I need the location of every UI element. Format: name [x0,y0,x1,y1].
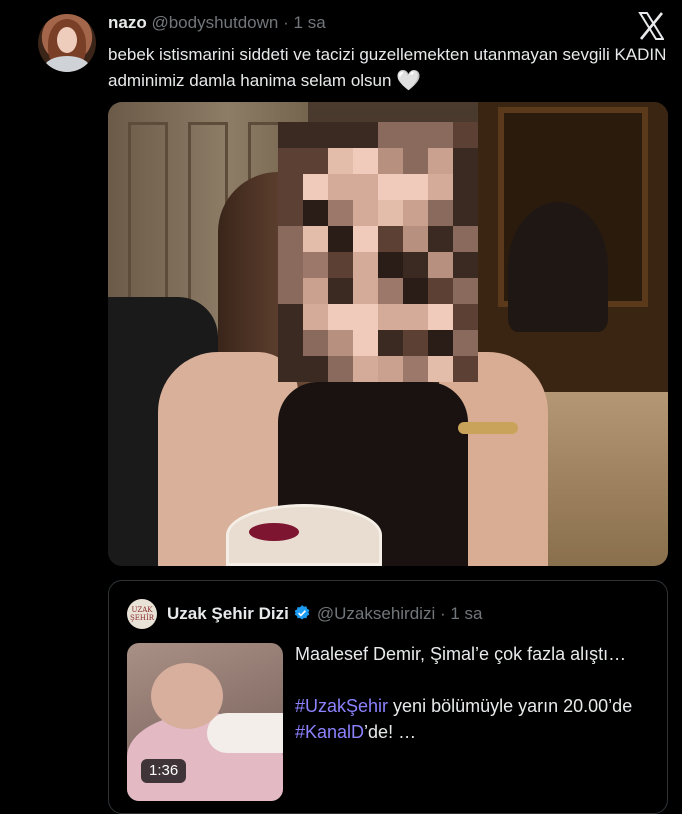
quote-line2: #UzakŞehir yeni bölümüyle yarın 20.00’de… [295,693,655,745]
quote-separator: · [439,604,446,623]
quote-text: Maalesef Demir, Şimal’e çok fazla alıştı… [295,641,655,745]
pixelated-face [278,122,478,382]
author-name[interactable]: nazo [108,13,147,32]
hashtag-kanald[interactable]: #KanalD [295,722,364,742]
x-logo-icon[interactable] [638,12,665,40]
quote-author-name[interactable]: Uzak Şehir Dizi [167,604,289,623]
verified-badge-icon [294,605,310,620]
tweet-time[interactable]: 1 sa [294,13,326,32]
hashtag-uzaksehir[interactable]: #UzakŞehir [295,696,388,716]
quote-avatar[interactable]: UZAK ŞEHİR [127,599,157,629]
tweet-header: nazo @bodyshutdown · 1 sa [108,13,326,33]
quote-line1: Maalesef Demir, Şimal’e çok fazla alıştı… [295,644,627,664]
quote-author-handle[interactable]: @Uzaksehirdizi [317,604,435,623]
white-heart-emoji: 🤍 [396,70,422,92]
author-avatar[interactable] [38,14,96,72]
author-handle[interactable]: @bodyshutdown [151,13,278,32]
quoted-tweet[interactable]: UZAK ŞEHİR Uzak Şehir Dizi @Uzaksehirdizi… [108,580,668,814]
tweet-photo[interactable] [108,102,668,566]
header-separator: · [283,13,289,32]
video-duration: 1:36 [141,759,187,783]
quote-line2-end: ’de! … [364,722,417,742]
tweet-text: bebek istismarini siddeti ve tacizi guze… [108,42,668,94]
quote-time[interactable]: 1 sa [450,604,482,623]
quote-video-thumbnail[interactable]: 1:36 [127,643,283,801]
quote-line2-text: yeni bölümüyle yarın 20.00’de [388,696,633,716]
quote-header: Uzak Şehir Dizi @Uzaksehirdizi · 1 sa [167,603,483,625]
tweet-body: bebek istismarini siddeti ve tacizi guze… [108,45,667,90]
